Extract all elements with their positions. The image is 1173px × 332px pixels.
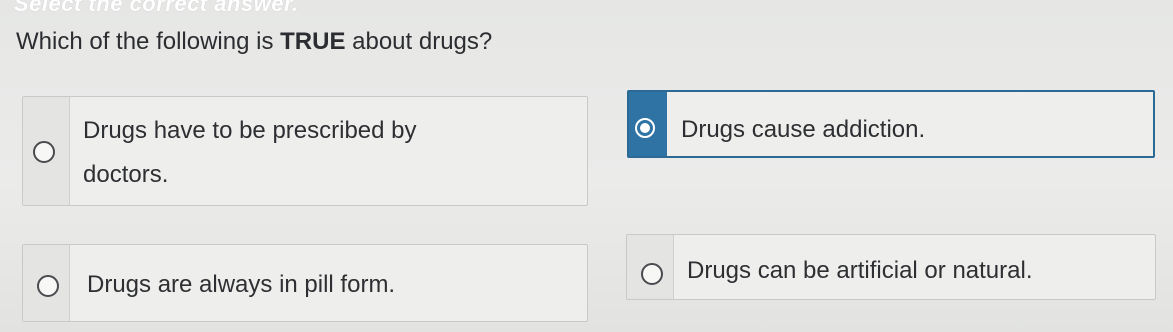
answer-option-label: Drugs can be artificial or natural. [687, 257, 1033, 284]
question-text: Which of the following is TRUE about dru… [16, 28, 492, 56]
answer-option-addiction[interactable]: Drugs cause addiction. [627, 90, 1155, 158]
radio-button-selected[interactable] [635, 118, 655, 138]
radio-cell [627, 235, 674, 299]
instruction-text: Select the correct answer. [14, 0, 299, 16]
answer-option-label-line1: Drugs have to be prescribed by [83, 117, 417, 144]
question-suffix: about drugs? [345, 28, 493, 55]
answer-option-prescribed[interactable]: Drugs have to be prescribed by doctors. [22, 96, 588, 206]
radio-button-unselected[interactable] [33, 141, 55, 163]
answer-option-label-line2: doctors. [83, 161, 169, 188]
answer-option-label: Drugs cause addiction. [681, 116, 926, 143]
question-prefix: Which of the following is [16, 28, 281, 55]
radio-cell [23, 245, 70, 321]
answer-option-artificial-natural[interactable]: Drugs can be artificial or natural. [626, 234, 1156, 300]
answer-option-label: Drugs have to be prescribed by doctors. [83, 109, 563, 197]
answer-option-label: Drugs are always in pill form. [87, 271, 396, 298]
question-emphasis: TRUE [280, 28, 346, 55]
radio-cell-selected [629, 92, 667, 156]
radio-button-unselected[interactable] [641, 263, 663, 285]
answer-option-pill-form[interactable]: Drugs are always in pill form. [22, 244, 588, 322]
radio-button-unselected[interactable] [37, 275, 59, 297]
radio-cell [23, 97, 70, 205]
